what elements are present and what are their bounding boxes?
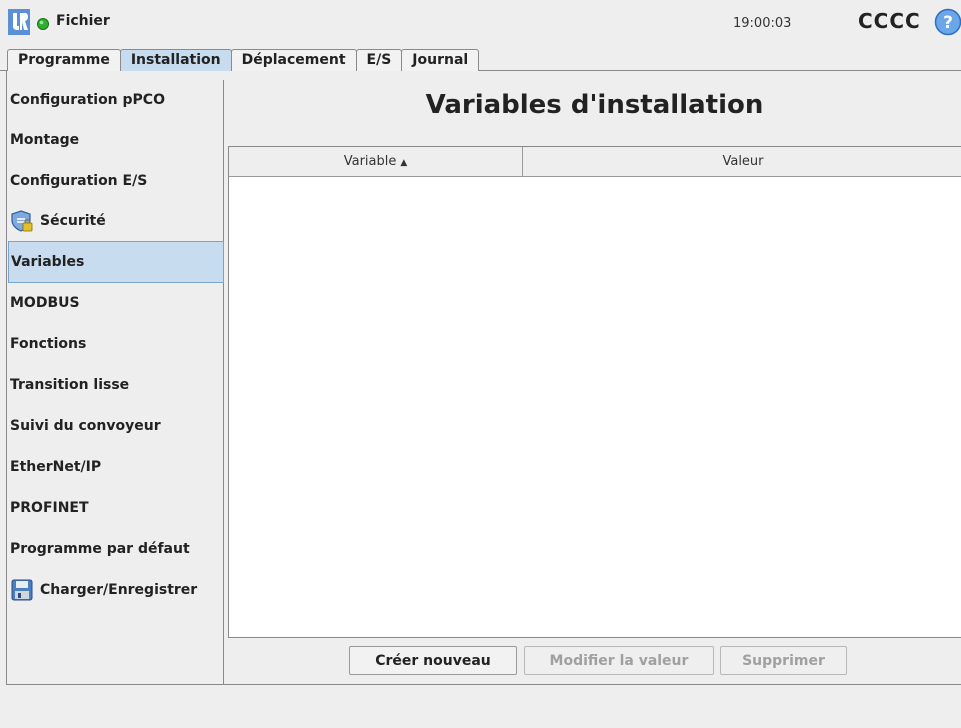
tab-journal[interactable]: Journal	[401, 49, 480, 71]
sidebar-item-label: Configuration pPCO	[10, 92, 165, 108]
sidebar-item-ethernet-ip[interactable]: EtherNet/IP	[8, 447, 224, 487]
sidebar-item-label: Charger/Enregistrer	[40, 582, 198, 598]
table-header: Variable ▲ Valeur	[229, 147, 961, 177]
svg-text:?: ?	[943, 13, 953, 33]
edit-value-button[interactable]: Modifier la valeur	[524, 646, 714, 675]
sidebar-item-configuration-es[interactable]: Configuration E/S	[8, 161, 224, 201]
shield-lock-icon	[11, 210, 33, 232]
sidebar-item-modbus[interactable]: MODBUS	[8, 283, 224, 323]
file-menu[interactable]: Fichier	[56, 13, 110, 29]
sidebar-item-profinet[interactable]: PROFINET	[8, 488, 224, 528]
create-new-button[interactable]: Créer nouveau	[349, 646, 517, 675]
sidebar-item-fonctions[interactable]: Fonctions	[8, 324, 224, 364]
sidebar-item-label: Transition lisse	[10, 377, 130, 393]
column-header-valeur[interactable]: Valeur	[524, 147, 961, 176]
tab-installation[interactable]: Installation	[119, 49, 232, 71]
sidebar-item-label: Configuration E/S	[10, 173, 148, 189]
page-title: Variables d'installation	[425, 90, 764, 120]
robot-name: CCCC	[858, 9, 921, 33]
sort-ascending-icon: ▲	[400, 158, 408, 168]
variables-table[interactable]: Variable ▲ Valeur	[228, 146, 961, 638]
sidebar-item-montage[interactable]: Montage	[8, 120, 224, 160]
clock: 19:00:03	[733, 16, 792, 31]
sidebar-item-label: Fonctions	[10, 336, 87, 352]
tab-es[interactable]: E/S	[355, 49, 403, 71]
sidebar-item-configuration-ppco[interactable]: Configuration pPCO	[8, 80, 224, 120]
floppy-disk-icon	[11, 579, 33, 601]
delete-button[interactable]: Supprimer	[720, 646, 847, 675]
ur-logo-icon	[8, 9, 30, 35]
sidebar-item-label: Variables	[11, 254, 85, 270]
sidebar-item-variables[interactable]: Variables	[8, 241, 224, 283]
column-header-variable[interactable]: Variable ▲	[229, 147, 523, 176]
sidebar-item-label: Montage	[10, 132, 80, 148]
column-label: Variable	[343, 154, 397, 169]
column-label: Valeur	[722, 154, 764, 169]
main-tabs: Programme Installation Déplacement E/S J…	[7, 49, 480, 71]
tab-programme[interactable]: Programme	[7, 49, 121, 71]
sidebar-item-label: EtherNet/IP	[10, 459, 102, 475]
tab-deplacement[interactable]: Déplacement	[230, 49, 357, 71]
sidebar-item-securite[interactable]: Sécurité	[8, 201, 224, 241]
sidebar: Configuration pPCO Montage Configuration…	[8, 80, 224, 684]
help-icon[interactable]: ?	[934, 8, 961, 36]
sidebar-item-label: MODBUS	[10, 295, 80, 311]
status-dot-icon	[37, 18, 49, 30]
sidebar-item-label: Programme par défaut	[10, 541, 190, 557]
sidebar-item-charger-enregistrer[interactable]: Charger/Enregistrer	[8, 570, 224, 610]
sidebar-item-programme-defaut[interactable]: Programme par défaut	[8, 529, 224, 569]
sidebar-item-transition-lisse[interactable]: Transition lisse	[8, 365, 224, 405]
title-bar: Fichier 19:00:03 CCCC ?	[0, 0, 961, 46]
sidebar-item-label: Suivi du convoyeur	[10, 418, 161, 434]
sidebar-item-suivi-convoyeur[interactable]: Suivi du convoyeur	[8, 406, 224, 446]
sidebar-item-label: PROFINET	[10, 500, 89, 516]
sidebar-item-label: Sécurité	[40, 213, 106, 229]
